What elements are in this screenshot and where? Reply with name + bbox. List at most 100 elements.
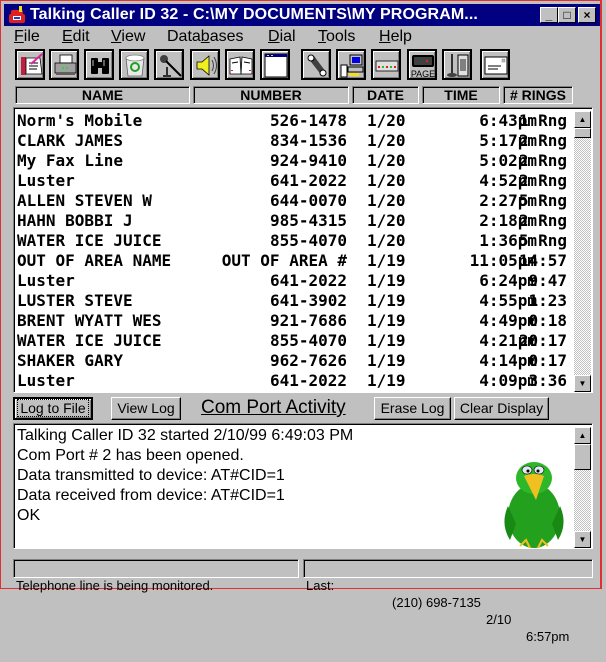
title-bar[interactable]: Talking Caller ID 32 - C:\MY DOCUMENTS\M… <box>4 4 600 26</box>
call-list-scrollbar[interactable]: ▲ ▼ <box>574 111 591 392</box>
log-line: Data received from device: AT#CID=1 <box>17 487 285 504</box>
call-number: 985-4315 <box>269 211 347 230</box>
call-number: 962-7626 <box>269 351 347 370</box>
call-rings: 20:17 <box>518 331 567 350</box>
microphone-icon <box>160 55 182 77</box>
clear-display-button[interactable]: Clear Display <box>454 397 549 420</box>
toolbar-button-notebook[interactable] <box>15 49 45 80</box>
menu-databases-pre: Data <box>167 28 201 45</box>
log-scroll-thumb[interactable] <box>574 444 591 470</box>
toolbar-button-dial[interactable] <box>301 49 331 80</box>
menu-dial-mnemonic: D <box>268 28 280 45</box>
toolbar-button-microphone[interactable] <box>154 49 184 80</box>
call-rings: 5 Rng <box>518 231 567 250</box>
app-window: Talking Caller ID 32 - C:\MY DOCUMENTS\M… <box>0 0 602 644</box>
call-rings: 2 Rng <box>518 211 567 230</box>
toolbar-button-search[interactable] <box>84 49 114 80</box>
com-port-log[interactable]: Talking Caller ID 32 started 2/10/99 6:4… <box>13 423 593 549</box>
computer-icon <box>340 54 364 78</box>
phone-handset-icon <box>307 54 327 77</box>
arrow-up-icon: ▲ <box>578 115 587 124</box>
status-message-panel: Telephone line is being monitored. <box>13 559 299 593</box>
toolbar-button-print[interactable] <box>49 49 79 80</box>
menu-edit-mnemonic: E <box>62 28 73 45</box>
log-line: Com Port # 2 has been opened. <box>17 447 244 464</box>
call-name: Luster <box>17 171 75 190</box>
call-date: 1/20 <box>367 211 406 230</box>
toolbar-button-computer[interactable] <box>336 49 366 80</box>
log-scroll-up-button[interactable]: ▲ <box>574 427 591 444</box>
log-line: Talking Caller ID 32 started 2/10/99 6:4… <box>17 427 354 444</box>
toolbar-button-cordless[interactable] <box>442 49 472 80</box>
call-name: ALLEN STEVEN W <box>17 191 152 210</box>
toolbar-button-speak[interactable] <box>190 49 220 80</box>
menu-file[interactable]: File <box>14 28 40 46</box>
column-header-number[interactable]: NUMBER <box>193 86 349 104</box>
green-parrot-icon <box>504 462 564 548</box>
call-number: 641-2022 <box>269 371 347 390</box>
menu-help[interactable]: Help <box>379 28 412 46</box>
column-header-time[interactable]: TIME <box>422 86 500 104</box>
call-name: Luster <box>17 271 75 290</box>
call-rings: 2 Rng <box>518 151 567 170</box>
call-date: 1/20 <box>367 131 406 150</box>
last-call-time: 6:57pm <box>526 629 570 644</box>
column-header-name[interactable]: NAME <box>15 86 190 104</box>
call-number: 834-1536 <box>269 131 347 150</box>
toolbar-button-modem[interactable] <box>371 49 401 80</box>
minimize-button[interactable]: _ <box>540 7 558 23</box>
call-name: Luster <box>17 371 75 390</box>
log-to-file-label: Log to File <box>17 399 89 417</box>
column-header-rings[interactable]: # RINGS <box>503 86 573 104</box>
cordless-phone-icon <box>447 54 469 77</box>
call-date: 1/20 <box>367 171 406 190</box>
toolbar-button-recycle[interactable] <box>119 49 149 80</box>
erase-log-button[interactable]: Erase Log <box>374 397 451 420</box>
menu-view[interactable]: View <box>111 28 145 46</box>
call-name: WATER ICE JUICE <box>17 331 162 350</box>
log-line: Data transmitted to device: AT#CID=1 <box>17 467 285 484</box>
modem-icon <box>375 60 399 72</box>
menu-databases-mnemonic: b <box>200 28 210 45</box>
log-to-file-button[interactable]: Log to File <box>13 397 93 420</box>
menu-tools[interactable]: Tools <box>318 28 355 46</box>
toolbar-button-message[interactable] <box>480 49 510 80</box>
speaker-icon <box>196 55 217 76</box>
call-rings: 14:57 <box>518 251 567 270</box>
maximize-button[interactable]: □ <box>558 7 576 23</box>
call-date: 1/20 <box>367 231 406 250</box>
menu-dial[interactable]: Dial <box>268 28 296 46</box>
call-date: 1/19 <box>367 291 406 310</box>
call-number: 855-4070 <box>269 231 347 250</box>
arrow-down-icon: ▼ <box>578 379 587 388</box>
last-call-label: Last: <box>306 578 335 593</box>
log-line: OK <box>17 507 41 524</box>
recycle-bin-icon <box>125 54 145 77</box>
view-log-button[interactable]: View Log <box>111 397 181 420</box>
menu-databases[interactable]: Databases <box>167 28 244 46</box>
call-date: 1/20 <box>367 111 406 130</box>
column-header-date[interactable]: DATE <box>352 86 419 104</box>
call-number: 924-9410 <box>269 151 347 170</box>
toolbar-button-page[interactable]: PAGE <box>407 49 437 80</box>
toolbar-button-window[interactable] <box>260 49 290 80</box>
scroll-up-button[interactable]: ▲ <box>574 111 591 128</box>
log-scroll-down-button[interactable]: ▼ <box>574 531 591 548</box>
call-rings: 2 Rng <box>518 131 567 150</box>
menu-edit[interactable]: Edit <box>62 28 90 46</box>
menu-edit-label: dit <box>72 28 90 45</box>
scroll-down-button[interactable]: ▼ <box>574 375 591 392</box>
call-date: 1/20 <box>367 151 406 170</box>
call-date: 1/19 <box>367 371 406 390</box>
log-scrollbar[interactable]: ▲ ▼ <box>574 427 591 548</box>
scroll-thumb[interactable] <box>574 128 591 138</box>
menu-file-label: ile <box>23 28 40 45</box>
last-call-number: (210) 698-7135 <box>392 595 481 610</box>
call-log-list[interactable]: Luster 641-2022 1/19 4:09pm 3:36 SHAKER GARY 9… <box>13 107 593 393</box>
toolbar-button-phonebook[interactable] <box>225 49 255 80</box>
call-name: CLARK JAMES <box>17 131 123 150</box>
close-button[interactable]: × <box>578 7 596 23</box>
menu-help-mnemonic: H <box>379 28 391 45</box>
call-date: 1/19 <box>367 311 406 330</box>
call-name: OUT OF AREA NAME <box>17 251 172 270</box>
